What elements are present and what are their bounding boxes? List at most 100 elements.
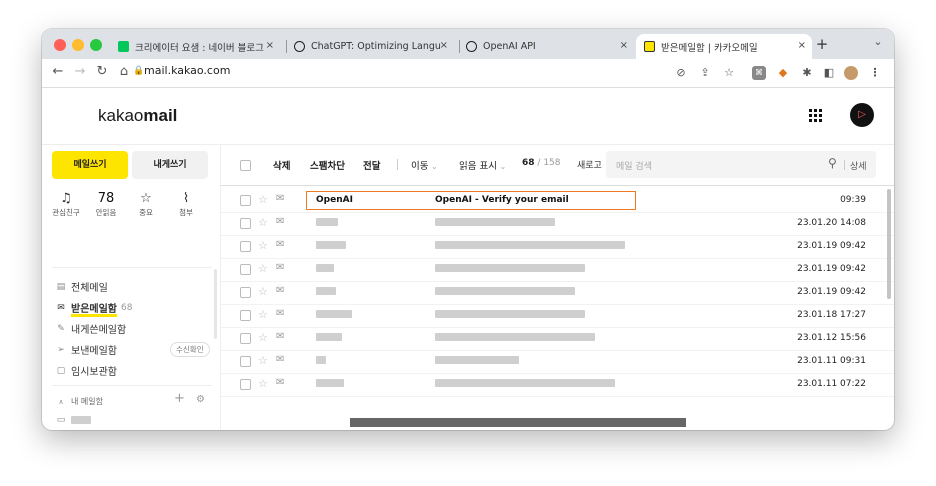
sender[interactable]: OpenAI [316, 195, 353, 205]
blurred-subject[interactable] [435, 379, 615, 390]
blurred-subject[interactable] [435, 264, 585, 275]
kakao-mail-logo[interactable]: kakaomail [98, 106, 177, 126]
new-tab-button[interactable]: + [814, 35, 830, 53]
extensions-puzzle-icon[interactable]: ✱ [800, 66, 814, 80]
quick-unread[interactable]: 78 안읽음 [86, 191, 126, 218]
envelope-icon[interactable]: ✉ [276, 239, 284, 250]
tab-naver-blog[interactable]: 크리에이터 요샘 : 네이버 블로그 × [118, 34, 280, 59]
maximize-window-button[interactable] [90, 39, 102, 51]
row-checkbox[interactable] [240, 241, 251, 252]
sidebar-item-all-mail[interactable]: ▤ 전체메일 [56, 279, 108, 295]
detail-search-button[interactable]: 상세 [850, 159, 867, 172]
envelope-icon[interactable]: ✉ [276, 193, 284, 204]
blurred-sender[interactable] [316, 379, 344, 390]
write-mail-button[interactable]: 메일쓰기 [52, 151, 128, 179]
row-checkbox[interactable] [240, 195, 251, 206]
table-row[interactable]: ☆ ✉ 23.01.18 17:27 [221, 304, 894, 328]
table-row[interactable]: ☆ ✉ 23.01.11 07:22 [221, 373, 894, 397]
star-icon[interactable]: ☆ [258, 354, 268, 367]
write-to-me-button[interactable]: 내게쓰기 [132, 151, 208, 179]
blurred-subject[interactable] [435, 310, 585, 321]
star-icon[interactable]: ☆ [258, 262, 268, 275]
refresh-button[interactable]: 새로고 [577, 158, 602, 171]
forward-arrow-icon[interactable]: → [72, 64, 88, 79]
table-row[interactable]: ☆ ✉ 23.01.12 15:56 [221, 327, 894, 351]
search-icon[interactable]: ⚲ [828, 156, 837, 170]
tab-close-icon[interactable]: × [620, 40, 628, 51]
star-icon[interactable]: ☆ [258, 377, 268, 390]
star-icon[interactable]: ☆ [258, 331, 268, 344]
table-row[interactable]: ☆ ✉ 23.01.11 09:31 [221, 350, 894, 374]
tab-close-icon[interactable]: × [798, 40, 806, 51]
tracking-blocked-icon[interactable]: ⊘ [674, 66, 688, 80]
row-checkbox[interactable] [240, 333, 251, 344]
quick-attachments[interactable]: ⌇ 첨부 [166, 191, 206, 218]
star-icon[interactable]: ☆ [258, 308, 268, 321]
envelope-icon[interactable]: ✉ [276, 331, 284, 342]
address-bar[interactable]: mail.kakao.com [144, 64, 230, 77]
envelope-icon[interactable]: ✉ [276, 285, 284, 296]
row-checkbox[interactable] [240, 356, 251, 367]
sidebar-item-inbox[interactable]: ✉ 받은메일함 68 [56, 300, 132, 316]
star-icon[interactable]: ☆ [258, 285, 268, 298]
row-checkbox[interactable] [240, 218, 251, 229]
minimize-window-button[interactable] [72, 39, 84, 51]
sidebar-item-sent[interactable]: ➢ 보낸메일함 [56, 342, 117, 358]
sidebar-item-self-mail[interactable]: ✎ 내게쓴메일함 [56, 321, 126, 337]
tab-openai-api[interactable]: OpenAI API × [466, 34, 634, 59]
read-receipt-button[interactable]: 수신확인 [170, 342, 210, 357]
tab-chatgpt[interactable]: ChatGPT: Optimizing Langua × [294, 34, 454, 59]
close-window-button[interactable] [54, 39, 66, 51]
extension-icon[interactable]: ⌘ [752, 66, 766, 80]
blurred-sender[interactable] [316, 356, 326, 367]
bookmark-star-icon[interactable]: ☆ [722, 66, 736, 80]
table-row[interactable]: ☆ ✉ 23.01.19 09:42 [221, 281, 894, 305]
metamask-fox-icon[interactable]: ◆ [776, 66, 790, 80]
mail-list-scrollbar[interactable] [887, 189, 891, 299]
sidebar-item-drafts[interactable]: ▢ 임시보관함 [56, 363, 117, 379]
delete-button[interactable]: 삭제 [273, 158, 290, 172]
blurred-sender[interactable] [316, 241, 346, 252]
apps-grid-icon[interactable] [809, 109, 823, 123]
select-all-checkbox[interactable] [240, 160, 251, 171]
blurred-subject[interactable] [435, 218, 555, 229]
star-icon[interactable]: ☆ [258, 216, 268, 229]
row-checkbox[interactable] [240, 264, 251, 275]
table-row[interactable]: ☆ ✉ 23.01.20 14:08 [221, 212, 894, 236]
back-arrow-icon[interactable]: ← [50, 64, 66, 79]
sidebar-scrollbar[interactable] [214, 269, 217, 339]
tab-close-icon[interactable]: × [440, 40, 448, 51]
horizontal-scrollbar[interactable] [350, 418, 686, 427]
forward-button[interactable]: 전달 [363, 158, 380, 172]
blurred-sender[interactable] [316, 264, 334, 275]
tab-close-icon[interactable]: × [266, 40, 274, 51]
row-checkbox[interactable] [240, 287, 251, 298]
more-menu-icon[interactable]: ⋮ [868, 66, 882, 80]
sidebar-item-custom-folder[interactable]: ▭ [56, 415, 91, 425]
table-row[interactable]: ☆ ✉ 23.01.19 09:42 [221, 235, 894, 259]
home-icon[interactable]: ⌂ [116, 64, 132, 79]
mailbox-settings-icon[interactable]: ⚙ [196, 394, 205, 405]
move-dropdown[interactable]: 이동 ⌄ [411, 158, 438, 172]
blurred-sender[interactable] [316, 310, 352, 321]
quick-important[interactable]: ☆ 중요 [126, 191, 166, 218]
spam-block-button[interactable]: 스팸차단 [310, 158, 345, 172]
envelope-icon[interactable]: ✉ [276, 354, 284, 365]
kakao-tv-play-icon[interactable]: ▷ [850, 103, 874, 127]
blurred-subject[interactable] [435, 287, 575, 298]
search-input[interactable]: 메일 검색 [616, 159, 652, 172]
add-mailbox-button[interactable]: + [174, 391, 185, 406]
envelope-icon[interactable]: ✉ [276, 308, 284, 319]
blurred-sender[interactable] [316, 287, 336, 298]
side-panel-icon[interactable]: ◧ [822, 66, 836, 80]
blurred-subject[interactable] [435, 333, 595, 344]
envelope-icon[interactable]: ✉ [276, 377, 284, 388]
table-row[interactable]: ☆ ✉ OpenAI OpenAI - Verify your email 09:39 [221, 189, 894, 213]
table-row[interactable]: ☆ ✉ 23.01.19 09:42 [221, 258, 894, 282]
profile-avatar[interactable] [844, 66, 858, 80]
read-mark-dropdown[interactable]: 읽음 표시 ⌄ [459, 158, 506, 172]
blurred-subject[interactable] [435, 356, 519, 367]
star-icon[interactable]: ☆ [258, 239, 268, 252]
share-icon[interactable]: ⇪ [698, 66, 712, 80]
subject[interactable]: OpenAI - Verify your email [435, 195, 569, 205]
